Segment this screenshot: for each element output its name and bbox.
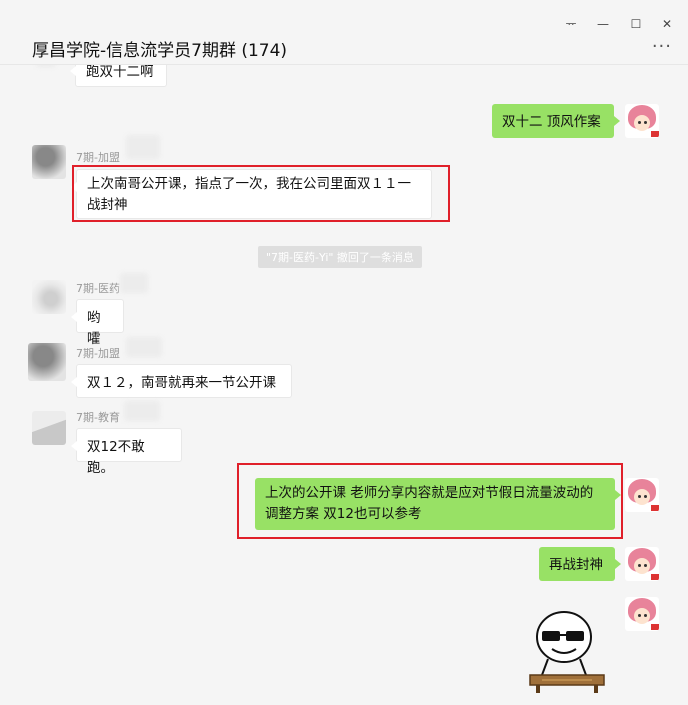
avatar[interactable] — [28, 343, 66, 381]
sunglasses-meme-sticker[interactable] — [522, 607, 612, 695]
title-bar: 厚昌学院-信息流学员7期群 (174) ᅲ — ☐ ✕ ··· — [0, 0, 688, 65]
message-text: 双12不敢跑。 — [87, 439, 145, 476]
message-list[interactable]: 跑双十二啊 双十二 顶风作案 7期-加盟 上次南哥公开课，指点了一次，我在公司里… — [0, 65, 688, 705]
avatar — [36, 65, 56, 67]
message-bubble-outgoing[interactable]: 上次的公开课 老师分享内容就是应对节假日流量波动的调整方案 双12也可以参考 — [255, 478, 621, 530]
message-text: 跑双十二啊 — [86, 65, 154, 80]
close-button[interactable]: ✕ — [656, 13, 678, 35]
redacted-patch — [124, 401, 160, 421]
pin-icon[interactable]: ᅲ — [560, 13, 582, 35]
message-bubble[interactable]: 双12不敢跑。 — [71, 428, 182, 476]
anime-girl-avatar[interactable] — [625, 597, 659, 631]
message-bubble-outgoing[interactable]: 再战封神 — [539, 547, 621, 581]
sender-name: 7期-加盟 — [76, 347, 120, 360]
message-bubble[interactable]: 哟嚯 — [71, 299, 124, 347]
message-bubble[interactable]: 双１２，南哥就再来一节公开课 — [71, 364, 292, 398]
redacted-patch — [126, 337, 162, 357]
minimize-button[interactable]: — — [592, 13, 614, 35]
message-text: 双１２，南哥就再来一节公开课 — [87, 375, 276, 391]
message-text: 双十二 顶风作案 — [502, 114, 601, 130]
redacted-patch — [126, 135, 160, 159]
message-text: 再战封神 — [549, 557, 603, 573]
avatar[interactable] — [32, 411, 66, 445]
maximize-button[interactable]: ☐ — [625, 13, 647, 35]
anime-girl-avatar[interactable] — [625, 547, 659, 581]
avatar[interactable] — [32, 145, 66, 179]
chat-title: 厚昌学院-信息流学员7期群 (174) — [32, 41, 288, 61]
sender-name: 7期-教育 — [76, 411, 120, 424]
redacted-patch — [120, 273, 148, 293]
more-dots-icon[interactable]: ··· — [652, 38, 672, 56]
anime-girl-avatar[interactable] — [625, 104, 659, 138]
message-text: 上次的公开课 老师分享内容就是应对节假日流量波动的调整方案 双12也可以参考 — [265, 485, 594, 522]
message-bubble-outgoing[interactable]: 双十二 顶风作案 — [492, 104, 620, 138]
message-bubble[interactable]: 跑双十二啊 — [70, 65, 167, 87]
sender-name: 7期-医药 — [76, 282, 120, 295]
system-notice: "7期-医药-Yi" 撤回了一条消息 — [258, 246, 422, 268]
message-text: 上次南哥公开课，指点了一次，我在公司里面双１１一战封神 — [87, 176, 411, 213]
message-bubble[interactable]: 上次南哥公开课，指点了一次，我在公司里面双１１一战封神 — [71, 169, 432, 219]
sender-name: 7期-加盟 — [76, 151, 120, 164]
message-text: 哟嚯 — [87, 310, 101, 347]
avatar[interactable] — [32, 280, 66, 314]
anime-girl-avatar[interactable] — [625, 478, 659, 512]
